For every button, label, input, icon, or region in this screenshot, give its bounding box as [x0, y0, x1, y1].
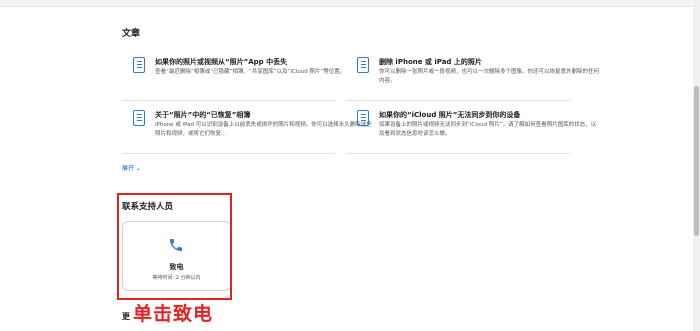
document-icon [357, 110, 369, 126]
more-heading: 更 [122, 312, 130, 321]
scrollbar[interactable] [693, 0, 700, 331]
article-description: 查看“最近删除”相簿或“已隐藏”相簿、“共享图库”以及“iCloud 照片”等位… [155, 69, 346, 75]
phone-icon [170, 239, 182, 251]
contact-support-title: 联系支持人员 [122, 202, 174, 212]
article-title[interactable]: 如果你的照片或视频从“照片”App 中丢失 [155, 57, 287, 67]
expand-link[interactable]: 展开 ⌄ [122, 163, 141, 172]
document-icon [133, 57, 145, 73]
support-page: 文章 如果你的照片或视频从“照片”App 中丢失 查看“最近删除”相簿或“已隐藏… [0, 7, 693, 331]
article-title[interactable]: 删除 iPhone 或 iPad 上的照片 [379, 57, 482, 67]
divider [122, 100, 335, 101]
wait-time: 等待时间: 2 分钟以内 [152, 275, 201, 281]
article-description: iPhone 或 iPad 可以识别设备上以前丢失或损坏的照片和视频。你可以选择… [155, 122, 372, 137]
document-icon [133, 110, 145, 126]
article-title[interactable]: 关于“照片”中的“已恢复”相簿 [155, 110, 250, 120]
articles-section-title: 文章 [122, 29, 141, 39]
document-icon [357, 57, 369, 73]
browser-top-edge [0, 0, 700, 7]
divider [346, 100, 571, 101]
divider [122, 153, 335, 154]
article-description: 你可以删除一张照片或一段视频，也可以一次删除多个图像。你还可以恢复意外删除的任何… [379, 69, 600, 84]
annotation-click-to-call: 单击致电 [133, 303, 214, 325]
divider [346, 153, 571, 154]
article-description: 如果设备上的照片或视频无法同步到“iCloud 照片”，请了解如何查看照片图库的… [379, 122, 597, 137]
scrollbar-thumb[interactable] [694, 86, 699, 236]
call-button[interactable]: 致电 等待时间: 2 分钟以内 [122, 221, 231, 291]
article-title[interactable]: 如果你的“iCloud 照片”无法同步到你的设备 [379, 110, 520, 120]
call-label: 致电 [169, 263, 184, 271]
